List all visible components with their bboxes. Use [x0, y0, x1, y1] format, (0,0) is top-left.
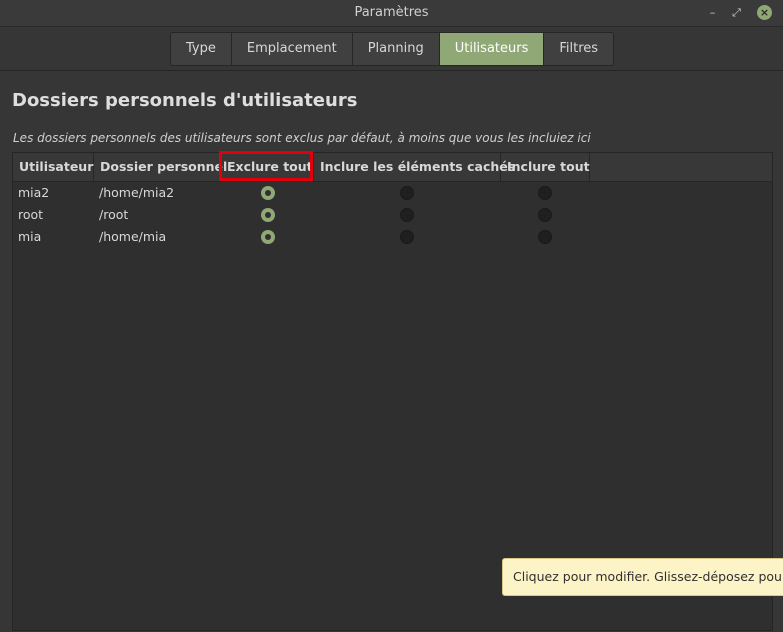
title-bar[interactable]: Paramètres – ⤢ × — [0, 0, 783, 27]
home-folder-cell: /root — [99, 207, 129, 222]
include-all-radio[interactable] — [538, 230, 552, 244]
exclude-all-radio[interactable] — [261, 186, 275, 200]
home-folder-cell: /home/mia2 — [99, 185, 175, 200]
page-title: Dossiers personnels d'utilisateurs — [12, 90, 358, 111]
tab-filtres[interactable]: Filtres — [544, 33, 614, 65]
user-cell: mia — [18, 229, 42, 244]
tooltip: Cliquez pour modifier. Glissez-déposez p… — [502, 558, 783, 596]
column-header-include-hidden[interactable]: Inclure les éléments cachés — [314, 153, 515, 181]
tab-planning[interactable]: Planning — [352, 33, 440, 65]
tab-utilisateurs[interactable]: Utilisateurs — [439, 33, 545, 65]
tab-emplacement[interactable]: Emplacement — [231, 33, 353, 65]
tab-type[interactable]: Type — [171, 33, 232, 65]
exclude-all-radio[interactable] — [261, 230, 275, 244]
settings-window: Paramètres – ⤢ × Type Emplacement Planni… — [0, 0, 783, 632]
table-header: Utilisateur Dossier personnel Exclure to… — [13, 151, 772, 182]
window-title: Paramètres — [354, 5, 429, 20]
exclude-all-radio[interactable] — [261, 208, 275, 222]
include-hidden-radio[interactable] — [400, 230, 414, 244]
table-row[interactable]: mia /home/mia — [13, 226, 772, 248]
minimize-icon[interactable]: – — [704, 4, 721, 21]
column-header-exclude-all[interactable]: Exclure tout — [221, 153, 314, 181]
maximize-icon[interactable]: ⤢ — [728, 4, 745, 21]
tab-group: Type Emplacement Planning Utilisateurs F… — [170, 32, 615, 66]
page-subtitle: Les dossiers personnels des utilisateurs… — [13, 131, 591, 145]
tab-bar: Type Emplacement Planning Utilisateurs F… — [0, 27, 783, 71]
home-folder-cell: /home/mia — [99, 229, 167, 244]
user-cell: mia2 — [18, 185, 50, 200]
close-icon[interactable]: × — [757, 5, 772, 20]
include-all-radio[interactable] — [538, 186, 552, 200]
user-cell: root — [18, 207, 44, 222]
table-row[interactable]: root /root — [13, 204, 772, 226]
include-all-radio[interactable] — [538, 208, 552, 222]
include-hidden-radio[interactable] — [400, 208, 414, 222]
column-header-user[interactable]: Utilisateur — [13, 153, 94, 181]
table-row[interactable]: mia2 /home/mia2 — [13, 182, 772, 204]
column-header-home[interactable]: Dossier personnel — [94, 153, 227, 181]
include-hidden-radio[interactable] — [400, 186, 414, 200]
column-header-include-all[interactable]: Inclure tout — [501, 153, 590, 181]
users-page: Dossiers personnels d'utilisateurs Les d… — [0, 71, 783, 632]
